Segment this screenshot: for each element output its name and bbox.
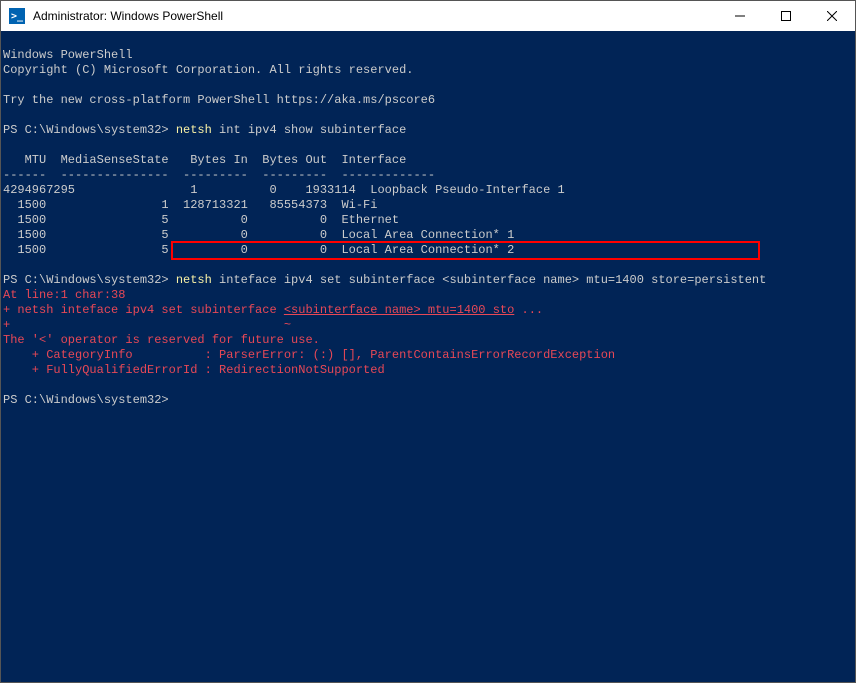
close-button[interactable] [809,1,855,31]
error-spaces: + [3,318,284,332]
terminal-output[interactable]: Windows PowerShell Copyright (C) Microso… [1,31,855,682]
error-line-6: + FullyQualifiedErrorId : RedirectionNot… [3,363,385,377]
cmd-args: inteface ipv4 set subinterface <subinter… [212,273,767,287]
error-line-3: + ~ [3,318,291,332]
error-line-2: + netsh inteface ipv4 set subinterface <… [3,303,543,317]
try-message: Try the new cross-platform PowerShell ht… [3,93,435,107]
table-row: 4294967295 1 0 1933114 Loopback Pseudo-I… [3,183,565,197]
title-bar[interactable]: >_ Administrator: Windows PowerShell [1,1,855,31]
minimize-button[interactable] [717,1,763,31]
table-header: MTU MediaSenseState Bytes In Bytes Out I… [3,153,406,167]
table-row: 1500 5 0 0 Local Area Connection* 1 [3,228,514,242]
prompt-line-2: PS C:\Windows\system32> netsh inteface i… [3,273,766,287]
powershell-icon: >_ [9,8,25,24]
prompt-text: PS C:\Windows\system32> [3,123,176,137]
powershell-window: >_ Administrator: Windows PowerShell Win… [0,0,856,683]
table-row: 1500 5 0 0 Local Area Connection* 2 [3,243,514,257]
prompt-text: PS C:\Windows\system32> [3,393,176,407]
cmd-args: int ipv4 show subinterface [212,123,406,137]
cmd-netsh: netsh [176,273,212,287]
prompt-line-3: PS C:\Windows\system32> [3,393,176,407]
prompt-text: PS C:\Windows\system32> [3,273,176,287]
error-line-5: + CategoryInfo : ParserError: (:) [], Pa… [3,348,615,362]
cmd-netsh: netsh [176,123,212,137]
table-divider: ------ --------------- --------- -------… [3,168,435,182]
error-line-1: At line:1 char:38 [3,288,125,302]
error-underline: <subinterface name> mtu=1400 sto [284,303,514,317]
error-line-4: The '<' operator is reserved for future … [3,333,320,347]
error-text: + netsh inteface ipv4 set subinterface [3,303,284,317]
prompt-line-1: PS C:\Windows\system32> netsh int ipv4 s… [3,123,406,137]
window-title: Administrator: Windows PowerShell [33,9,223,23]
error-tilde: ~ [284,318,291,332]
table-row: 1500 1 128713321 85554373 Wi-Fi [3,198,377,212]
header-line-2: Copyright (C) Microsoft Corporation. All… [3,63,413,77]
table-row: 1500 5 0 0 Ethernet [3,213,399,227]
maximize-button[interactable] [763,1,809,31]
error-text: ... [514,303,543,317]
header-line-1: Windows PowerShell [3,48,133,62]
